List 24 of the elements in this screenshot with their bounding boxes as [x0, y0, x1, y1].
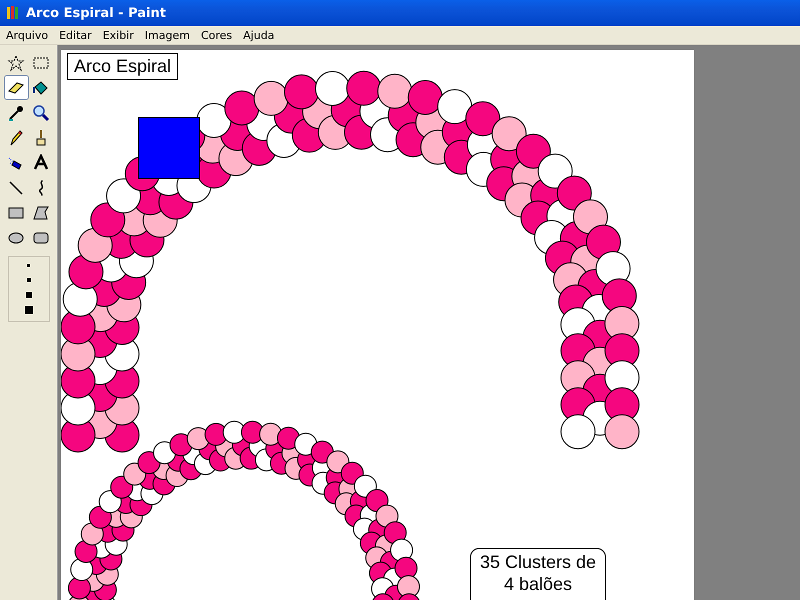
- menu-item[interactable]: Imagem: [138, 28, 195, 42]
- picker-icon: [7, 104, 25, 122]
- window-title: Arco Espiral - Paint: [26, 6, 166, 20]
- line-width-squares-icon: [24, 264, 32, 314]
- menu-item[interactable]: Arquivo: [0, 28, 54, 42]
- free-select-icon: [7, 54, 25, 72]
- line-icon: [7, 178, 25, 196]
- menu-item[interactable]: Ajuda: [237, 28, 280, 42]
- paint-brushes-icon: [5, 5, 21, 21]
- fill-icon: [32, 78, 50, 96]
- drawing-canvas[interactable]: Arco Espiral 35 Clusters de 4 balões: [61, 50, 694, 600]
- note-text: 4 balões: [504, 573, 572, 595]
- curve-icon: [36, 180, 46, 196]
- menu-item[interactable]: Exibir: [96, 28, 139, 42]
- magnifier-icon: [32, 104, 50, 122]
- menu-item[interactable]: Cores: [194, 28, 238, 42]
- line-width-selector[interactable]: [8, 256, 50, 322]
- menu-item[interactable]: Editar: [53, 28, 97, 42]
- square-shape: [138, 117, 200, 179]
- title-text-box: Arco Espiral: [67, 53, 178, 80]
- note-text: 35 Clusters de: [480, 551, 596, 573]
- polygon-icon: [32, 204, 50, 222]
- text-icon: [32, 154, 50, 172]
- eraser-tool-button[interactable]: [4, 75, 28, 100]
